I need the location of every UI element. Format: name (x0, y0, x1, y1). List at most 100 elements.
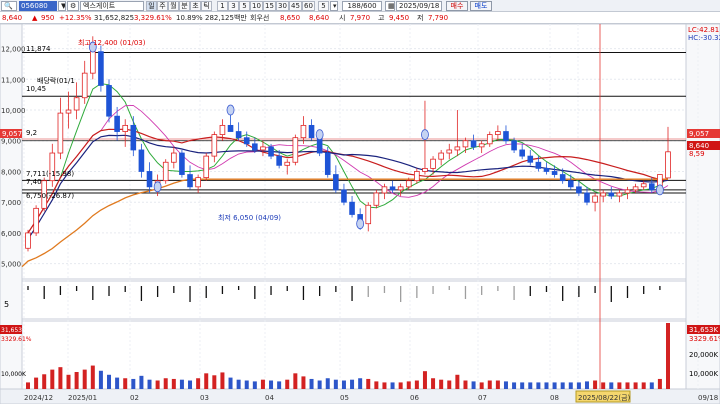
candle-body (195, 177, 201, 188)
period-month[interactable]: 월 (168, 1, 179, 11)
volume-bar (552, 382, 557, 389)
volume-bar (666, 323, 670, 389)
period-week[interactable]: 주 (157, 1, 168, 11)
volume-bar (568, 382, 573, 389)
candle-body (130, 124, 137, 151)
y-tick-label: 5,000 (1, 261, 21, 269)
volume-bar (269, 380, 274, 389)
candle-body (365, 204, 372, 225)
candle-body (446, 149, 453, 154)
candle-body (381, 186, 388, 194)
volume-bar (204, 373, 209, 389)
volume-bar (414, 380, 419, 389)
period-daily[interactable]: 일 (146, 1, 157, 11)
volume-bar (479, 382, 484, 389)
lock-icon[interactable]: ▼ (58, 1, 66, 11)
buy-button[interactable]: 매수 (446, 1, 468, 11)
volume-bar (601, 382, 606, 389)
stock-name-field[interactable]: 엑스게이트 (80, 1, 144, 11)
stock-code-field[interactable]: 056080 (19, 1, 57, 11)
date-field[interactable]: 2025/09/18 (396, 1, 442, 11)
interval-60[interactable]: 60 (302, 1, 315, 11)
x-tick-label: 2025/01 (68, 394, 97, 402)
l2-label: 7,40 (26, 178, 42, 186)
volume-bar (309, 378, 314, 389)
x-tick-label: 08 (550, 394, 559, 402)
candle-body (162, 161, 169, 182)
interval-10[interactable]: 10 (250, 1, 263, 11)
interval-45[interactable]: 45 (289, 1, 302, 11)
period-tick[interactable]: 틱 (201, 1, 212, 11)
interval-5[interactable]: 5 (239, 1, 250, 11)
candle-body (470, 140, 477, 148)
x-tick-label: 03 (200, 394, 209, 402)
volume-bar (341, 380, 346, 389)
open-price: 8,650 (280, 14, 301, 22)
volume-bar (431, 378, 436, 389)
volume-bar (66, 374, 71, 389)
volume-bar (123, 378, 128, 389)
volume-bar (115, 377, 120, 389)
x-tick-label: 04 (265, 394, 274, 402)
close-price: 7,790 (428, 14, 449, 22)
volume-panel (21, 320, 687, 390)
volume-bar (98, 370, 103, 389)
interval-30[interactable]: 30 (276, 1, 289, 11)
volume-bar (358, 378, 363, 389)
candle-body (389, 186, 396, 191)
lc-label: LC:42.81 (688, 26, 719, 34)
price-chart[interactable]: 12,000 11,000 10,000 9,000 8,000 7,000 6,000 5,… (0, 24, 720, 404)
y-tick-label: 8,000 (1, 168, 21, 176)
volume-bar (325, 378, 330, 389)
price-change: 950 (41, 14, 55, 22)
volume-bar (447, 380, 452, 389)
data-counter[interactable]: 188/600 (342, 1, 382, 11)
volume-bar (252, 381, 257, 389)
search-icon[interactable]: 🔍 (1, 1, 17, 11)
volume-bar (155, 380, 160, 389)
candle-body (584, 192, 590, 203)
change-percent: +12.35% (59, 14, 92, 22)
volume-bar (179, 379, 184, 389)
sell-button[interactable]: 매도 (470, 1, 492, 11)
volume-bar (471, 381, 476, 389)
period-minute[interactable]: 분 (179, 1, 190, 11)
settings-icon[interactable]: ⚙ (67, 1, 79, 11)
interval-custom[interactable]: 5 (318, 1, 329, 11)
signal-marker (655, 184, 664, 196)
candle-body (640, 183, 647, 188)
interval-1[interactable]: 1 (217, 1, 228, 11)
candle-body (462, 140, 469, 148)
candle-body (276, 155, 282, 166)
candle-body (397, 186, 404, 191)
volume-bar (406, 381, 411, 389)
volume-bar (593, 380, 598, 389)
volume-bar (171, 378, 176, 389)
up-arrow-icon: ▲ (32, 14, 38, 22)
h3-label: 9,2 (26, 129, 37, 137)
volume-bar (560, 382, 565, 389)
interval-3[interactable]: 3 (228, 1, 239, 11)
candle-body (567, 180, 574, 188)
chevron-down-icon[interactable]: ▾ (330, 1, 338, 11)
candle-body (341, 189, 347, 203)
volume-pct-text: 3329.61% (689, 335, 720, 343)
volume-bar (495, 380, 500, 389)
volume-bar (301, 376, 306, 389)
candle-body (543, 167, 550, 172)
volume-bar (82, 369, 87, 389)
volume-bar (90, 365, 95, 389)
volume-bar (487, 380, 492, 389)
volume-bar (536, 382, 541, 389)
interval-15[interactable]: 15 (263, 1, 276, 11)
period-second[interactable]: 초 (190, 1, 201, 11)
candle-body (349, 201, 355, 215)
signal-marker (315, 129, 324, 141)
volume-bar (374, 381, 379, 389)
calendar-icon[interactable]: ▦ (385, 1, 395, 11)
current-value: 8,640 (309, 14, 330, 22)
candle-body (308, 124, 315, 139)
volume-bar (42, 374, 47, 389)
candle-body (227, 124, 234, 132)
candle-body (624, 189, 631, 194)
